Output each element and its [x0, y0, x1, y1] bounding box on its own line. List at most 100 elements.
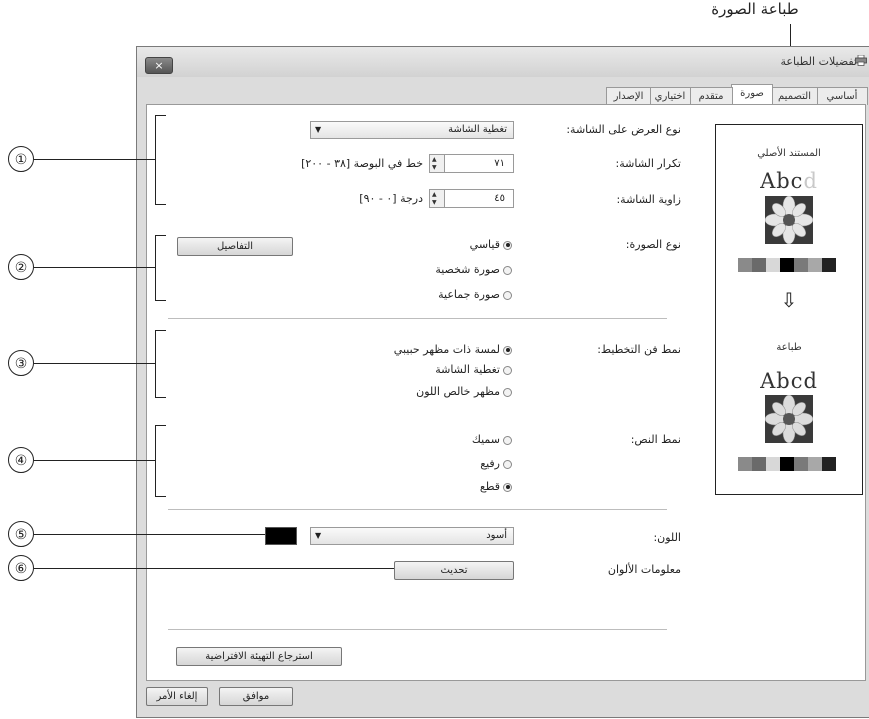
bracket-screen-settings: [155, 115, 166, 205]
color-dropdown[interactable]: أسود ▼: [310, 527, 514, 545]
original-text-main: Abc: [760, 169, 804, 193]
radio-screen-coverage[interactable]: تغطية الشاشة: [435, 363, 512, 376]
radio-selected-icon: [503, 345, 512, 355]
color-label: اللون:: [653, 531, 681, 544]
color-swatch-chip: [738, 258, 752, 272]
details-button[interactable]: التفاصيل: [177, 237, 293, 256]
callout-number-2: ②: [8, 254, 34, 280]
callout-line-2: [34, 267, 155, 268]
screen-frequency-value: ٧١: [494, 158, 505, 169]
tab-basic[interactable]: أساسي: [816, 87, 868, 105]
radio-thick-label: سميك: [471, 433, 500, 446]
print-flower-image: [765, 395, 813, 443]
radio-thin-label: رفيع: [480, 457, 500, 470]
radio-icon: [503, 387, 512, 397]
screen-type-dropdown[interactable]: تغطية الشاشة ▼: [310, 121, 514, 139]
print-color-swatches: [738, 457, 836, 471]
original-sample-text: Abcd: [716, 169, 862, 193]
callout-number-4: ④: [8, 447, 34, 473]
tab-layout[interactable]: التصميم: [771, 87, 818, 105]
spin-down-icon: ▼: [432, 199, 437, 206]
shading-pattern-label: نمط فن التخطيط:: [597, 343, 681, 356]
radio-grainy-touch[interactable]: لمسة ذات مظهر حبيبي: [394, 343, 512, 356]
bracket-text-pattern: [155, 425, 166, 497]
cancel-button[interactable]: إلغاء الأمر: [146, 687, 208, 706]
close-button[interactable]: ×: [145, 57, 173, 74]
color-info-label: معلومات الألوان: [607, 563, 681, 576]
dropdown-arrow-icon: ▼: [315, 125, 322, 134]
tab-optional[interactable]: اختياري: [649, 87, 691, 105]
radio-screen-coverage-label: تغطية الشاشة: [435, 363, 500, 376]
radio-grainy-touch-label: لمسة ذات مظهر حبيبي: [393, 343, 500, 356]
separator: [168, 318, 667, 319]
radio-standard[interactable]: قياسي: [470, 238, 512, 251]
screen-frequency-spinner[interactable]: ▲ ▼: [429, 154, 445, 173]
spin-up-icon: ▲: [432, 191, 437, 198]
original-flower-image: [765, 196, 813, 244]
radio-icon: [503, 365, 512, 375]
radio-cut[interactable]: قطع: [480, 480, 512, 493]
callout-number-6: ⑥: [8, 555, 34, 581]
color-swatch-chip: [766, 258, 780, 272]
radio-thick[interactable]: سميك: [472, 433, 512, 446]
color-swatch-chip: [752, 258, 766, 272]
tab-advanced[interactable]: متقدم: [689, 87, 733, 105]
radio-selected-icon: [503, 482, 512, 492]
separator: [168, 509, 667, 510]
color-swatch-chip: [808, 457, 822, 471]
bracket-shading-pattern: [155, 330, 166, 398]
radio-icon: [503, 459, 512, 469]
screen-angle-unit: درجة [٠ - ٩٠]: [359, 192, 423, 205]
screen-type-label: نوع العرض على الشاشة:: [566, 123, 681, 136]
spin-up-icon: ▲: [432, 156, 437, 163]
radio-portrait[interactable]: صورة شخصية: [435, 263, 512, 276]
color-swatch: [265, 527, 297, 545]
screen-angle-value: ٤٥: [494, 193, 505, 204]
color-swatch-chip: [766, 457, 780, 471]
color-swatch-chip: [794, 457, 808, 471]
screen-type-value: تغطية الشاشة: [448, 124, 507, 135]
screen-frequency-label: تكرار الشاشة:: [615, 157, 681, 170]
screen-angle-input[interactable]: ٤٥: [444, 189, 514, 208]
radio-icon: [503, 290, 512, 300]
radio-portrait-label: صورة شخصية: [435, 263, 500, 276]
screen-angle-spinner[interactable]: ▲ ▼: [429, 189, 445, 208]
radio-group-photo-label: صورة جماعية: [438, 288, 500, 301]
screen-frequency-unit: خط في البوصة [٣٨ - ٢٠٠]: [301, 157, 423, 170]
callout-number-5: ⑤: [8, 521, 34, 547]
radio-group-photo[interactable]: صورة جماعية: [438, 288, 512, 301]
image-type-label: نوع الصورة:: [625, 238, 681, 251]
color-value: أسود: [486, 530, 507, 541]
radio-selected-icon: [503, 240, 512, 250]
screen-angle-label: زاوية الشاشة:: [616, 193, 681, 206]
callout-image-print-label: طباعة الصورة: [711, 0, 799, 18]
radio-icon: [503, 265, 512, 275]
tab-image[interactable]: صورة: [731, 84, 773, 106]
original-color-swatches: [738, 258, 836, 272]
radio-icon: [503, 435, 512, 445]
color-swatch-chip: [780, 258, 794, 272]
dropdown-arrow-icon: ▼: [315, 531, 322, 540]
tab-version[interactable]: الإصدار: [606, 87, 651, 105]
callout-line-6: [34, 568, 394, 569]
spin-down-icon: ▼: [432, 164, 437, 171]
color-swatch-chip: [808, 258, 822, 272]
color-swatch-chip: [822, 457, 836, 471]
color-swatch-chip: [822, 258, 836, 272]
color-swatch-chip: [794, 258, 808, 272]
original-document-label: المستند الأصلي: [757, 148, 821, 159]
callout-number-3: ③: [8, 350, 34, 376]
ok-button[interactable]: موافق: [219, 687, 293, 706]
print-sample-text: Abcd: [760, 369, 818, 393]
radio-solid-color[interactable]: مظهر خالص اللون: [416, 385, 512, 398]
radio-thin[interactable]: رفيع: [480, 457, 512, 470]
callout-number-1: ①: [8, 146, 34, 172]
title-bar: تفضيلات الطباعة: [137, 47, 869, 77]
restore-defaults-button[interactable]: استرجاع التهيئة الافتراضية: [176, 647, 342, 666]
text-pattern-label: نمط النص:: [630, 433, 681, 446]
update-button[interactable]: تحديث: [394, 561, 514, 580]
screen-frequency-input[interactable]: ٧١: [444, 154, 514, 173]
callout-line-4: [34, 460, 155, 461]
print-preview-box: المستند الأصلي Abcd ⇩ طباعة Abcd: [715, 124, 863, 495]
radio-standard-label: قياسي: [469, 238, 500, 251]
